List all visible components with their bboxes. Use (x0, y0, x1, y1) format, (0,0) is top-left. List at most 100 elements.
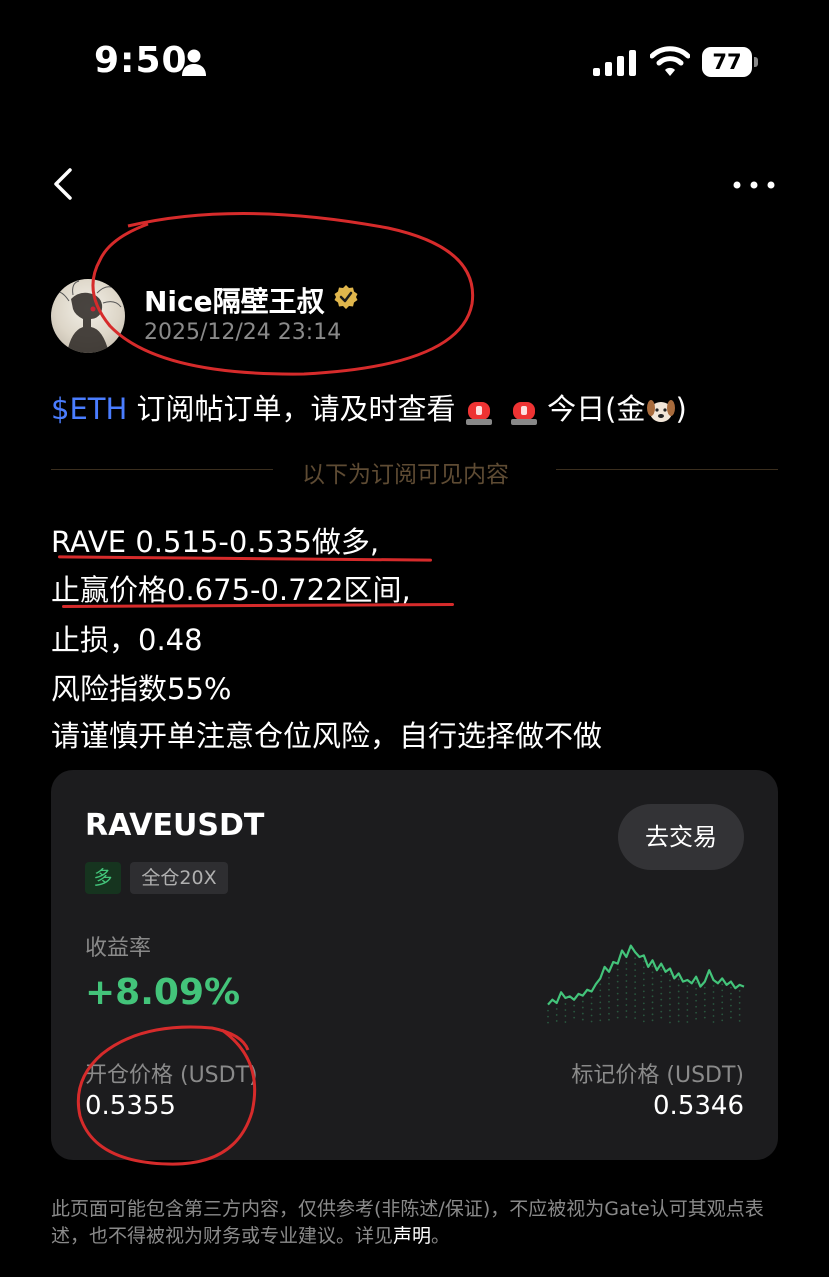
sparkline-fill-dot (608, 1000, 610, 1003)
battery-level: 77 (702, 47, 752, 77)
sparkline-fill-dot (651, 965, 654, 968)
sparkline-fill-dot (608, 1018, 610, 1021)
post-headline: $ETH 订阅帖订单，请及时查看 今日(金 ) (51, 386, 687, 428)
sparkline-fill-dot (625, 1004, 628, 1006)
sparkline-fill-dot (712, 1021, 715, 1023)
sparkline-fill-dot (634, 969, 637, 972)
sparkline-fill-dot (599, 1019, 602, 1022)
sparkline-fill-dot (608, 1006, 610, 1009)
sparkline-fill-dot (660, 1004, 663, 1007)
sparkline-fill-dot (730, 992, 732, 995)
sparkline-fill-dot (738, 1002, 741, 1004)
ticker-link[interactable]: $ETH (51, 392, 127, 426)
disclaimer-end: 。 (431, 1225, 451, 1247)
sparkline-fill-dot (677, 1020, 680, 1023)
sparkline-fill-dot (721, 995, 724, 998)
sparkline-fill-dot (634, 999, 637, 1002)
sparkline-fill-dot (730, 1016, 732, 1019)
sparkline-fill-dot (608, 994, 610, 997)
sparkline-fill-dot (547, 1015, 549, 1018)
sparkline-fill-dot (642, 1014, 645, 1017)
sparkline-fill-dot (695, 993, 697, 996)
sparkline-fill-dot (634, 957, 637, 960)
sparkline-fill-dot (669, 1015, 671, 1018)
sparkline-fill-dot (686, 991, 689, 993)
sparkline-fill-dot (616, 1010, 619, 1013)
sparkline-fill-dot (660, 968, 663, 971)
headline-text-2: 今日(金 (537, 392, 646, 426)
sparkline-fill-dot (581, 1000, 584, 1003)
sparkline-fill-dot (634, 1011, 637, 1014)
mark-price-label: 标记价格 (USDT) (571, 1063, 744, 1088)
sparkline-fill-dot (616, 992, 619, 995)
sparkline-fill-dot (642, 972, 645, 975)
sparkline-fill-dot (721, 1001, 724, 1004)
price-sparkline (547, 944, 745, 1024)
sparkline-fill-dot (695, 1017, 697, 1020)
sparkline-fill-dot (703, 1004, 706, 1007)
sparkline-fill-dot (712, 985, 715, 987)
sparkline-fill-dot (599, 983, 602, 986)
sparkline-fill-dot (599, 1001, 602, 1004)
sparkline-fill-dot (608, 1012, 610, 1015)
sparkline-fill-dot (721, 989, 724, 992)
sparkline-fill-dot (686, 1003, 689, 1005)
sparkline-fill-dot (721, 1007, 724, 1010)
annotation-red-circle (91, 211, 475, 376)
sparkline-fill-dot (712, 1009, 715, 1011)
sparkline-fill-dot (634, 975, 637, 978)
person-icon (182, 49, 206, 76)
go-trade-button[interactable]: 去交易 (618, 804, 744, 870)
sparkline-fill-dot (686, 1021, 689, 1023)
sparkline-fill-dot (669, 1009, 671, 1012)
sparkline-fill-dot (555, 1008, 558, 1010)
sparkline-fill-dot (695, 987, 697, 990)
sparkline-fill-dot (616, 1016, 619, 1019)
sparkline-fill-dot (651, 977, 654, 980)
direction-tag: 多 (85, 862, 121, 894)
sparkline-fill-dot (660, 974, 663, 977)
sparkline-fill-dot (590, 1002, 593, 1005)
sparkline-fill-dot (651, 995, 654, 998)
sparkline-fill-dot (677, 996, 680, 999)
sparkline-fill-dot (581, 1006, 584, 1009)
sparkline-fill-dot (651, 1001, 654, 1004)
sparkline-fill-dot (669, 985, 671, 988)
back-chevron-icon[interactable] (48, 166, 78, 202)
sparkline-fill-dot (555, 1020, 558, 1022)
sparkline-fill-dot (581, 1018, 584, 1021)
sparkline-fill-dot (642, 1020, 645, 1023)
sparkline-fill-dot (669, 1021, 671, 1024)
sparkline-fill-dot (547, 1021, 549, 1024)
sparkline-fill-dot (616, 980, 619, 983)
disclaimer-link[interactable]: 声明 (393, 1225, 431, 1247)
sparkline-fill-dot (738, 1008, 741, 1010)
sparkline-fill-dot (703, 998, 706, 1001)
wifi-icon (650, 46, 690, 76)
sparkline-fill-dot (642, 996, 645, 999)
sparkline-fill-dot (573, 1004, 576, 1007)
sparkline-fill-dot (677, 990, 680, 993)
sparkline-fill-dot (669, 973, 671, 976)
sparkline-fill-dot (625, 962, 628, 964)
sparkline-fill-dot (590, 1020, 593, 1023)
sparkline-fill-dot (651, 1013, 654, 1016)
sparkline-fill-dot (686, 1015, 689, 1017)
sparkline-fill-dot (677, 978, 680, 981)
trading-pair: RAVEUSDT (85, 808, 265, 843)
sparkline-fill-dot (738, 1020, 741, 1022)
sparkline-fill-dot (599, 995, 602, 998)
sparkline-fill-dot (712, 1003, 715, 1005)
sparkline-fill-dot (581, 1012, 584, 1015)
sparkline-fill-dot (669, 991, 671, 994)
sparkline-fill-dot (651, 989, 654, 992)
post-line-warning: 请谨慎开单注意仓位风险，自行选择做不做 (51, 719, 603, 753)
sparkline-fill-dot (625, 992, 628, 994)
sparkline-fill-dot (642, 978, 645, 981)
more-options-icon[interactable] (732, 180, 776, 190)
sparkline-fill-dot (730, 1004, 732, 1007)
sparkline-fill-dot (660, 992, 663, 995)
sparkline-fill-dot (677, 984, 680, 987)
sparkline-fill-dot (695, 1005, 697, 1008)
sparkline-fill-dot (599, 1013, 602, 1016)
